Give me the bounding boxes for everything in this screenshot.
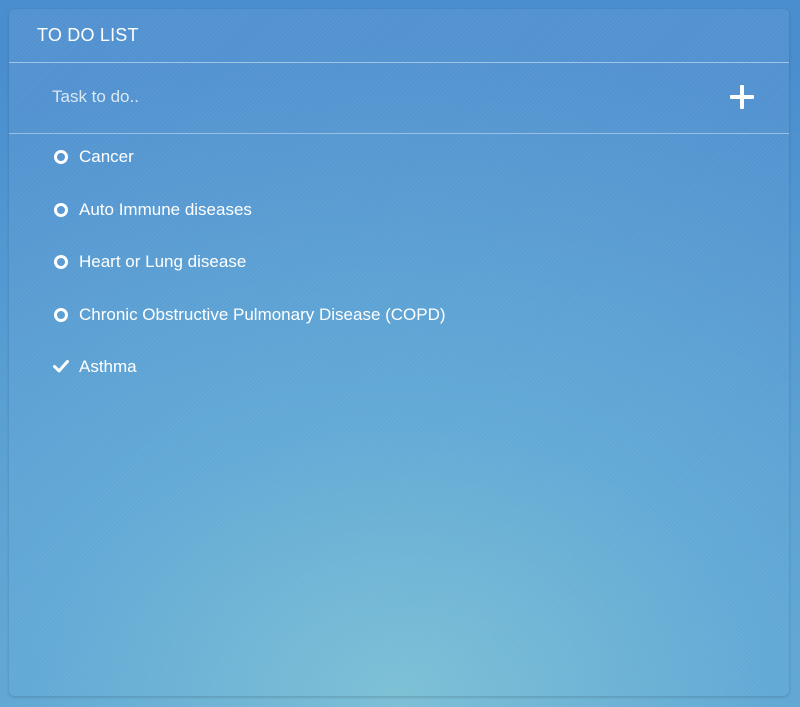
task-label: Asthma (79, 357, 137, 376)
task-label: Chronic Obstructive Pulmonary Disease (C… (79, 304, 446, 324)
task-status-toggle[interactable] (53, 360, 69, 374)
card-header: TO DO LIST (9, 9, 789, 63)
task-status-toggle[interactable] (54, 307, 68, 322)
task-list: Cancer Auto Immune diseases Heart or Lun… (9, 134, 789, 397)
circle-icon (54, 255, 68, 269)
task-item[interactable]: Cancer (9, 134, 789, 187)
circle-icon (54, 202, 68, 217)
task-item[interactable]: Chronic Obstructive Pulmonary Disease (C… (9, 292, 789, 345)
new-task-row (9, 63, 789, 134)
check-icon (53, 360, 69, 373)
task-status-toggle[interactable] (54, 255, 68, 269)
add-task-button[interactable] (724, 79, 760, 115)
circle-icon (54, 307, 68, 322)
task-input[interactable] (37, 83, 692, 111)
todo-card: TO DO LIST Cancer Auto Immune diseases (9, 9, 789, 696)
task-item[interactable]: Auto Immune diseases (9, 187, 789, 240)
task-item[interactable]: Asthma (9, 344, 789, 397)
task-label: Auto Immune diseases (79, 199, 252, 219)
task-status-toggle[interactable] (54, 202, 68, 217)
task-label: Heart or Lung disease (79, 252, 247, 271)
task-label: Cancer (79, 147, 134, 166)
circle-icon (54, 150, 68, 164)
page-title: TO DO LIST (37, 25, 139, 45)
plus-icon-bar-vertical (740, 85, 744, 109)
task-status-toggle[interactable] (54, 150, 68, 164)
task-item[interactable]: Heart or Lung disease (9, 239, 789, 292)
